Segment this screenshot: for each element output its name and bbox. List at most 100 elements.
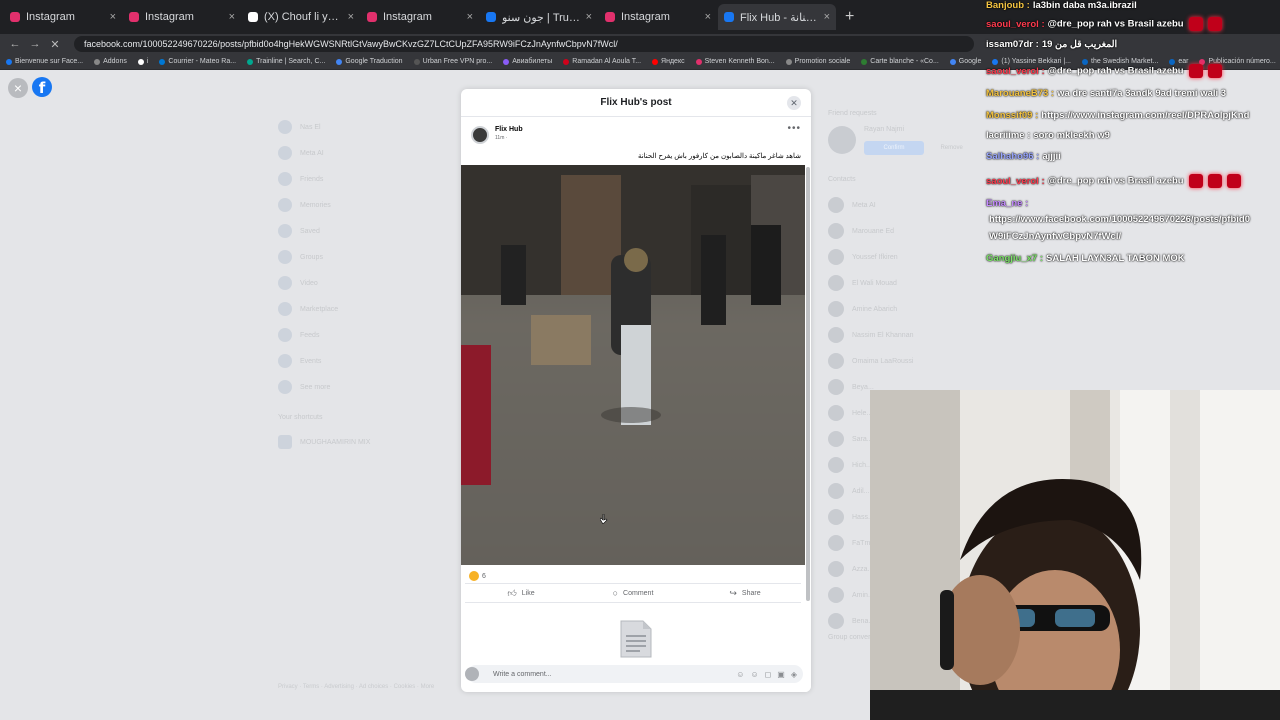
bookmark-item[interactable]: Promotion sociale <box>785 58 850 65</box>
comment-button[interactable]: ○ Comment <box>577 584 689 602</box>
back-icon[interactable]: ← <box>8 38 22 50</box>
bookmark-item[interactable]: Steven Kenneth Bon... <box>695 58 775 65</box>
sidebar-item-label: Memories <box>300 201 331 209</box>
bookmark-item[interactable]: i <box>137 58 148 65</box>
chat-text: https://www.instagram.com/reel/DPRAolpjK… <box>1041 110 1250 121</box>
chat-username: issam07dr : <box>986 39 1039 50</box>
avatar <box>828 249 844 265</box>
share-button[interactable]: ↪ Share <box>689 584 801 602</box>
tab-close-icon[interactable]: × <box>229 11 235 23</box>
like-button[interactable]: 👍︎ Like <box>465 584 577 602</box>
forward-icon[interactable]: → <box>28 38 42 50</box>
chat-message: Monssif09 : https://www.instagram.com/ree… <box>986 110 1249 121</box>
bookmark-item[interactable]: Google <box>949 58 981 65</box>
gif-icon[interactable]: ▣ <box>777 670 785 679</box>
close-icon[interactable]: × <box>8 78 28 98</box>
chat-text: la3bin daba m3a.ibrazil <box>1032 0 1137 11</box>
sidebar-item[interactable]: Feeds <box>278 322 418 348</box>
chat-text: soro mkleekh w9 <box>1033 130 1110 141</box>
more-options-icon[interactable]: ••• <box>787 123 801 134</box>
bookmark-item[interactable]: Trainline | Search, C... <box>247 58 325 65</box>
bookmark-item[interactable]: Bienvenue sur Face... <box>6 58 83 65</box>
new-tab-button[interactable]: + <box>845 8 854 26</box>
shortcut-item[interactable]: MOUGHAAMIRIN MIX <box>278 429 418 455</box>
bookmark-item[interactable]: Urban Free VPN pro... <box>413 58 492 65</box>
webcam-person-illustration <box>870 390 1280 720</box>
sidebar-item[interactable]: Marketplace <box>278 296 418 322</box>
tab-close-icon[interactable]: × <box>824 11 830 23</box>
contact-item[interactable]: Meta AI <box>828 192 968 218</box>
bookmark-label: Addons <box>103 58 127 65</box>
thumbs-up-icon: 👍︎ <box>507 587 517 598</box>
reload-icon[interactable]: ✕ <box>48 38 62 51</box>
contact-item[interactable]: Youssef Ifkiren <box>828 244 968 270</box>
tab-close-icon[interactable]: × <box>467 11 473 23</box>
sidebar-item[interactable]: See more <box>278 374 418 400</box>
post-video[interactable] <box>461 165 805 565</box>
friend-request-card[interactable]: Rayan Najmi Confirm Remove <box>828 126 968 176</box>
sidebar-item-label: Marketplace <box>300 305 339 313</box>
tab-favicon-icon <box>248 12 258 22</box>
tab-close-icon[interactable]: × <box>705 11 711 23</box>
avatar <box>828 535 844 551</box>
contact-item[interactable]: Nassim El Khannan <box>828 322 968 348</box>
camera-icon[interactable]: ◻ <box>765 670 772 679</box>
close-icon[interactable]: ✕ <box>787 96 801 110</box>
bookmark-item[interactable]: Carte blanche - «Co... <box>861 58 939 65</box>
sidebar-item[interactable]: Groups <box>278 244 418 270</box>
reaction-summary[interactable]: 6 <box>469 571 486 581</box>
bookmark-favicon-icon <box>6 58 12 65</box>
post-author[interactable]: Flix Hub <box>495 126 523 133</box>
comment-input[interactable]: Write a comment... ☺ ☺ ◻ ▣ ◈ <box>465 665 803 683</box>
browser-tab[interactable]: Instagram × <box>4 4 122 30</box>
sidebar-item[interactable]: Memories <box>278 192 418 218</box>
confirm-button[interactable]: Confirm <box>864 141 924 155</box>
sidebar-item[interactable]: Friends <box>278 166 418 192</box>
address-bar[interactable]: facebook.com/100052249670226/posts/pfbid… <box>74 36 974 52</box>
browser-tab[interactable]: (X) Chouf li y7wik on X: " × <box>242 4 360 30</box>
chat-text: wa dre santi7a 3andk 9ad tremi wali 3 <box>1057 88 1227 99</box>
avatar[interactable] <box>471 126 489 144</box>
post-modal: Flix Hub's post ✕ Flix Hub 11m · ••• شاه… <box>461 89 811 692</box>
bookmark-item[interactable]: Авиабилеты <box>503 58 552 65</box>
contact-item[interactable]: Amine Abarich <box>828 296 968 322</box>
browser-tab[interactable]: Instagram × <box>599 4 717 30</box>
emoji-icon[interactable]: ☺ <box>750 670 758 679</box>
sticker-icon[interactable]: ◈ <box>791 670 797 679</box>
bookmark-item[interactable]: Addons <box>94 58 127 65</box>
chat-text: W9iFCzJnAynfwCbpvN7fWcl/ <box>989 231 1122 242</box>
bookmark-item[interactable]: Google Traduction <box>336 58 403 65</box>
tab-close-icon[interactable]: × <box>348 11 354 23</box>
chat-username: Monssif09 : <box>986 110 1039 121</box>
footer-links[interactable]: Privacy · Terms · Advertising · Ad choic… <box>278 684 434 690</box>
browser-tab[interactable]: Instagram × <box>123 4 241 30</box>
sidebar-item[interactable]: Events <box>278 348 418 374</box>
sidebar-item[interactable]: Video <box>278 270 418 296</box>
bookmark-item[interactable]: Courrier - Mateo Ra... <box>159 58 236 65</box>
avatar <box>828 327 844 343</box>
tab-close-icon[interactable]: × <box>586 11 592 23</box>
facebook-logo-icon[interactable]: f <box>32 77 52 97</box>
sidebar-item-icon <box>278 276 292 290</box>
scrollbar-thumb[interactable] <box>806 167 810 601</box>
sidebar-item[interactable]: Nas El <box>278 114 418 140</box>
chat-username: saoul_verol : <box>986 65 1045 77</box>
avatar-sticker-icon[interactable]: ☺ <box>736 670 744 679</box>
bookmark-label: Steven Kenneth Bon... <box>704 58 775 65</box>
browser-tab[interactable]: Flix Hub - كارفور باش يفرح الحنانة × <box>718 4 836 30</box>
bookmark-item[interactable]: Яндекс <box>652 58 685 65</box>
group-avatar <box>278 435 292 449</box>
contact-item[interactable]: Omaima LaaRoussi <box>828 348 968 374</box>
browser-tab[interactable]: Instagram × <box>361 4 479 30</box>
contact-item[interactable]: El Wali Mouad <box>828 270 968 296</box>
post-time[interactable]: 11m · <box>495 135 523 141</box>
tab-close-icon[interactable]: × <box>110 11 116 23</box>
bookmark-item[interactable]: Ramadan Al Aoula T... <box>563 58 641 65</box>
contact-item[interactable]: Marouane Ed <box>828 218 968 244</box>
sidebar-item[interactable]: Meta AI <box>278 140 418 166</box>
sidebar-item-icon <box>278 146 292 160</box>
sidebar-item[interactable]: Saved <box>278 218 418 244</box>
webcam-overlay <box>870 390 1280 720</box>
browser-tab[interactable]: جون سنو | Truckers of Eur 3 × <box>480 4 598 30</box>
remove-button[interactable]: Remove <box>940 145 962 151</box>
